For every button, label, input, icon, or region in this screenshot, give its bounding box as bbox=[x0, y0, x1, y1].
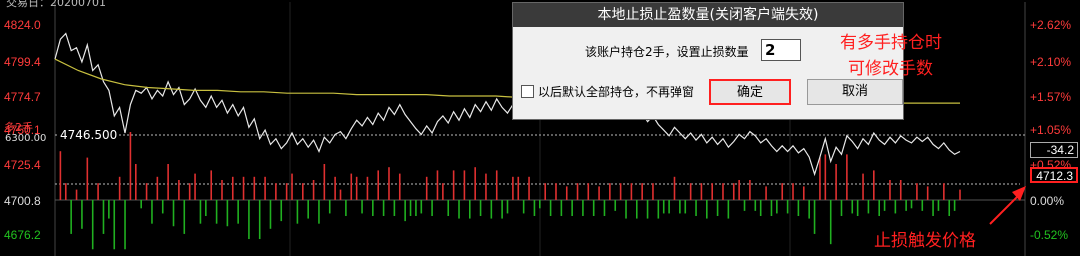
arrow-to-trigger bbox=[989, 193, 1021, 225]
dialog-message: 该账户持仓2手，设置止损数量 bbox=[585, 45, 749, 59]
stop-trigger-price-box: 4712.3 bbox=[1030, 167, 1078, 183]
position-open-price: 6300.00 bbox=[5, 133, 47, 144]
stop-line-price[interactable]: 4746.500 bbox=[58, 128, 120, 142]
volume-bars bbox=[59, 132, 961, 250]
annotation-multi-position: 有多手持仓时 bbox=[840, 33, 942, 53]
percent-axis-label: +2.62% bbox=[1030, 18, 1072, 32]
annotation-edit-quantity: 可修改手数 bbox=[848, 59, 933, 79]
price-axis-label: 4725.4 bbox=[4, 158, 41, 172]
cancel-button[interactable]: 取消 bbox=[807, 79, 903, 105]
annotation-stop-trigger: 止损触发价格 bbox=[874, 231, 976, 251]
default-all-checkbox[interactable] bbox=[521, 85, 534, 98]
right-value-box: -34.2 bbox=[1030, 142, 1078, 158]
trade-date-label: 交易日：20200701 bbox=[6, 0, 106, 9]
percent-axis-label: +1.05% bbox=[1030, 123, 1072, 137]
price-axis-label: 4700.8 bbox=[4, 194, 41, 208]
price-axis-label: 4676.2 bbox=[4, 228, 41, 242]
percent-axis-label: +1.57% bbox=[1030, 90, 1072, 104]
price-axis-label: 4799.4 bbox=[4, 55, 41, 69]
percent-axis-label: -0.52% bbox=[1030, 228, 1069, 242]
stop-quantity-dialog: 本地止损止盈数量(关闭客户端失效) 该账户持仓2手，设置止损数量 2 以后默认全… bbox=[512, 2, 904, 120]
percent-axis-label: 0.00% bbox=[1030, 194, 1065, 208]
stop-quantity-input[interactable]: 2 bbox=[761, 39, 801, 61]
dialog-title[interactable]: 本地止损止盈数量(关闭客户端失效) bbox=[513, 3, 903, 27]
default-all-checkbox-label[interactable]: 以后默认全部持仓，不再弹窗 bbox=[538, 83, 694, 100]
percent-axis-label: +2.10% bbox=[1030, 55, 1072, 69]
price-axis-label: 4824.0 bbox=[4, 18, 41, 32]
price-axis-label: 4774.7 bbox=[4, 90, 41, 104]
ok-button[interactable]: 确定 bbox=[709, 79, 791, 105]
